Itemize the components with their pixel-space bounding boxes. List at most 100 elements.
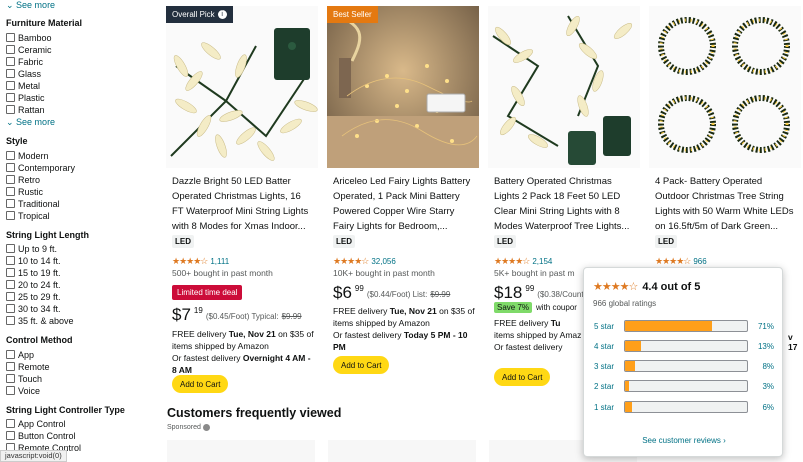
filter-app[interactable]: App [6, 349, 34, 360]
rating-count[interactable]: 2,154 [532, 257, 552, 266]
carousel-item-2[interactable] [328, 440, 476, 462]
checkbox[interactable] [6, 316, 15, 325]
info-icon[interactable]: i [217, 10, 227, 19]
filter-traditional[interactable]: Traditional [6, 198, 60, 209]
checkbox[interactable] [6, 33, 15, 42]
filter-retro[interactable]: Retro [6, 174, 40, 185]
filter-label: 25 to 29 ft. [18, 291, 61, 302]
filter-ceramic[interactable]: Ceramic [6, 44, 52, 55]
see-more-link[interactable]: ⌄ See more [6, 0, 55, 11]
save-badge: Save 7% [494, 302, 533, 313]
checkbox[interactable] [6, 244, 15, 253]
filter-metal[interactable]: Metal [6, 80, 40, 91]
checkbox[interactable] [6, 374, 15, 383]
checkbox[interactable] [6, 268, 15, 277]
rating[interactable]: ★★★★☆ 966 [655, 256, 707, 267]
carousel-item-1[interactable] [167, 440, 315, 462]
rating-count[interactable]: 32,056 [371, 257, 395, 266]
checkbox[interactable] [6, 256, 15, 265]
rating-count[interactable]: 1,111 [210, 257, 229, 266]
rating-popover[interactable]: ★★★★☆ 4.4 out of 5 966 global ratings 5 … [583, 267, 783, 457]
filter-length-5[interactable]: 25 to 29 ft. [6, 291, 61, 302]
filter-contemporary[interactable]: Contemporary [6, 162, 75, 173]
rating[interactable]: ★★★★☆ 32,056 [333, 256, 396, 267]
histogram-row-1[interactable]: 1 star 6% [594, 401, 774, 413]
filter-label: 35 ft. & above [18, 315, 74, 326]
checkbox[interactable] [6, 105, 15, 114]
filter-button-control[interactable]: Button Control [6, 430, 76, 441]
filter-app-control[interactable]: App Control [6, 418, 66, 429]
product-title[interactable]: Dazzle Bright 50 LED Batter Operated Chr… [172, 174, 314, 234]
filter-modern[interactable]: Modern [6, 150, 49, 161]
filter-length-3[interactable]: 15 to 19 ft. [6, 267, 61, 278]
histogram-row-3[interactable]: 3 star 8% [594, 360, 774, 372]
filter-label: Rustic [18, 186, 44, 197]
bought-count: 5K+ bought in past m [494, 268, 575, 278]
product-title[interactable]: Battery Operated Christmas Lights 2 Pack… [494, 174, 636, 234]
checkbox[interactable] [6, 350, 15, 359]
price[interactable]: $18 99 ($0.38/Count [494, 284, 584, 301]
rating[interactable]: ★★★★☆ 1,111 [172, 256, 229, 267]
price[interactable]: $7 19 ($0.45/Foot) Typical: $9.99 [172, 306, 302, 323]
checkbox[interactable] [6, 81, 15, 90]
product-card-1[interactable]: Overall Pick i Dazzle Bright 50 LED Batte… [166, 6, 318, 402]
checkbox[interactable] [6, 280, 15, 289]
histogram-row-4[interactable]: 4 star 13% [594, 340, 774, 352]
checkbox[interactable] [6, 175, 15, 184]
filter-length-4[interactable]: 20 to 24 ft. [6, 279, 61, 290]
product-photo [488, 6, 640, 168]
filter-rattan[interactable]: Rattan [6, 104, 45, 115]
star-rating-icon[interactable]: ★★★★☆ [494, 256, 530, 267]
checkbox[interactable] [6, 211, 15, 220]
filter-plastic[interactable]: Plastic [6, 92, 45, 103]
price[interactable]: $6 99 ($0.44/Foot) List: $9.99 [333, 284, 450, 301]
add-to-cart-button[interactable]: Add to Cart [494, 368, 551, 386]
checkbox[interactable] [6, 151, 15, 160]
see-customer-reviews-link[interactable]: See customer reviews › [584, 436, 784, 445]
filter-length-1[interactable]: Up to 9 ft. [6, 243, 57, 254]
add-to-cart-button[interactable]: Add to Cart [333, 356, 390, 374]
star-rating-icon[interactable]: ★★★★☆ [333, 256, 369, 267]
star-rating-icon[interactable]: ★★★★☆ [655, 256, 691, 267]
filter-bamboo[interactable]: Bamboo [6, 32, 52, 43]
checkbox[interactable] [6, 93, 15, 102]
info-icon[interactable] [202, 424, 210, 431]
checkbox[interactable] [6, 187, 15, 196]
filter-remote[interactable]: Remote [6, 361, 50, 372]
checkbox[interactable] [6, 292, 15, 301]
histogram-row-5[interactable]: 5 star 71% [594, 320, 774, 332]
filter-length-7[interactable]: 35 ft. & above [6, 315, 74, 326]
see-more-furniture-link[interactable]: ⌄ See more [6, 117, 55, 128]
checkbox[interactable] [6, 199, 15, 208]
checkbox[interactable] [6, 419, 15, 428]
product-card-2[interactable]: Best Seller Ariceleo Led Fairy Lights Ba… [327, 6, 479, 402]
checkbox[interactable] [6, 431, 15, 440]
checkbox[interactable] [6, 57, 15, 66]
star-rating-icon[interactable]: ★★★★☆ [172, 256, 208, 267]
add-to-cart-button[interactable]: Add to Cart [172, 375, 229, 393]
product-image[interactable] [488, 6, 640, 168]
filter-length-2[interactable]: 10 to 14 ft. [6, 255, 61, 266]
filter-rustic[interactable]: Rustic [6, 186, 43, 197]
product-title[interactable]: 4 Pack- Battery Operated Outdoor Christm… [655, 174, 797, 234]
coupon[interactable]: Save 7% with coupor [494, 302, 577, 313]
filter-fabric[interactable]: Fabric [6, 56, 43, 67]
product-image[interactable] [649, 6, 801, 168]
filter-touch[interactable]: Touch [6, 373, 42, 384]
filter-tropical[interactable]: Tropical [6, 210, 50, 221]
checkbox[interactable] [6, 45, 15, 54]
rating-count[interactable]: 966 [693, 257, 706, 266]
filter-length-6[interactable]: 30 to 34 ft. [6, 303, 61, 314]
filter-glass[interactable]: Glass [6, 68, 41, 79]
checkbox[interactable] [6, 304, 15, 313]
product-image[interactable] [166, 6, 318, 168]
checkbox[interactable] [6, 163, 15, 172]
rating[interactable]: ★★★★☆ 2,154 [494, 256, 552, 267]
checkbox[interactable] [6, 386, 15, 395]
product-image[interactable] [327, 6, 479, 168]
histogram-row-2[interactable]: 2 star 3% [594, 380, 774, 392]
product-title[interactable]: Ariceleo Led Fairy Lights Battery Operat… [333, 174, 475, 234]
checkbox[interactable] [6, 69, 15, 78]
checkbox[interactable] [6, 362, 15, 371]
filter-voice[interactable]: Voice [6, 385, 40, 396]
